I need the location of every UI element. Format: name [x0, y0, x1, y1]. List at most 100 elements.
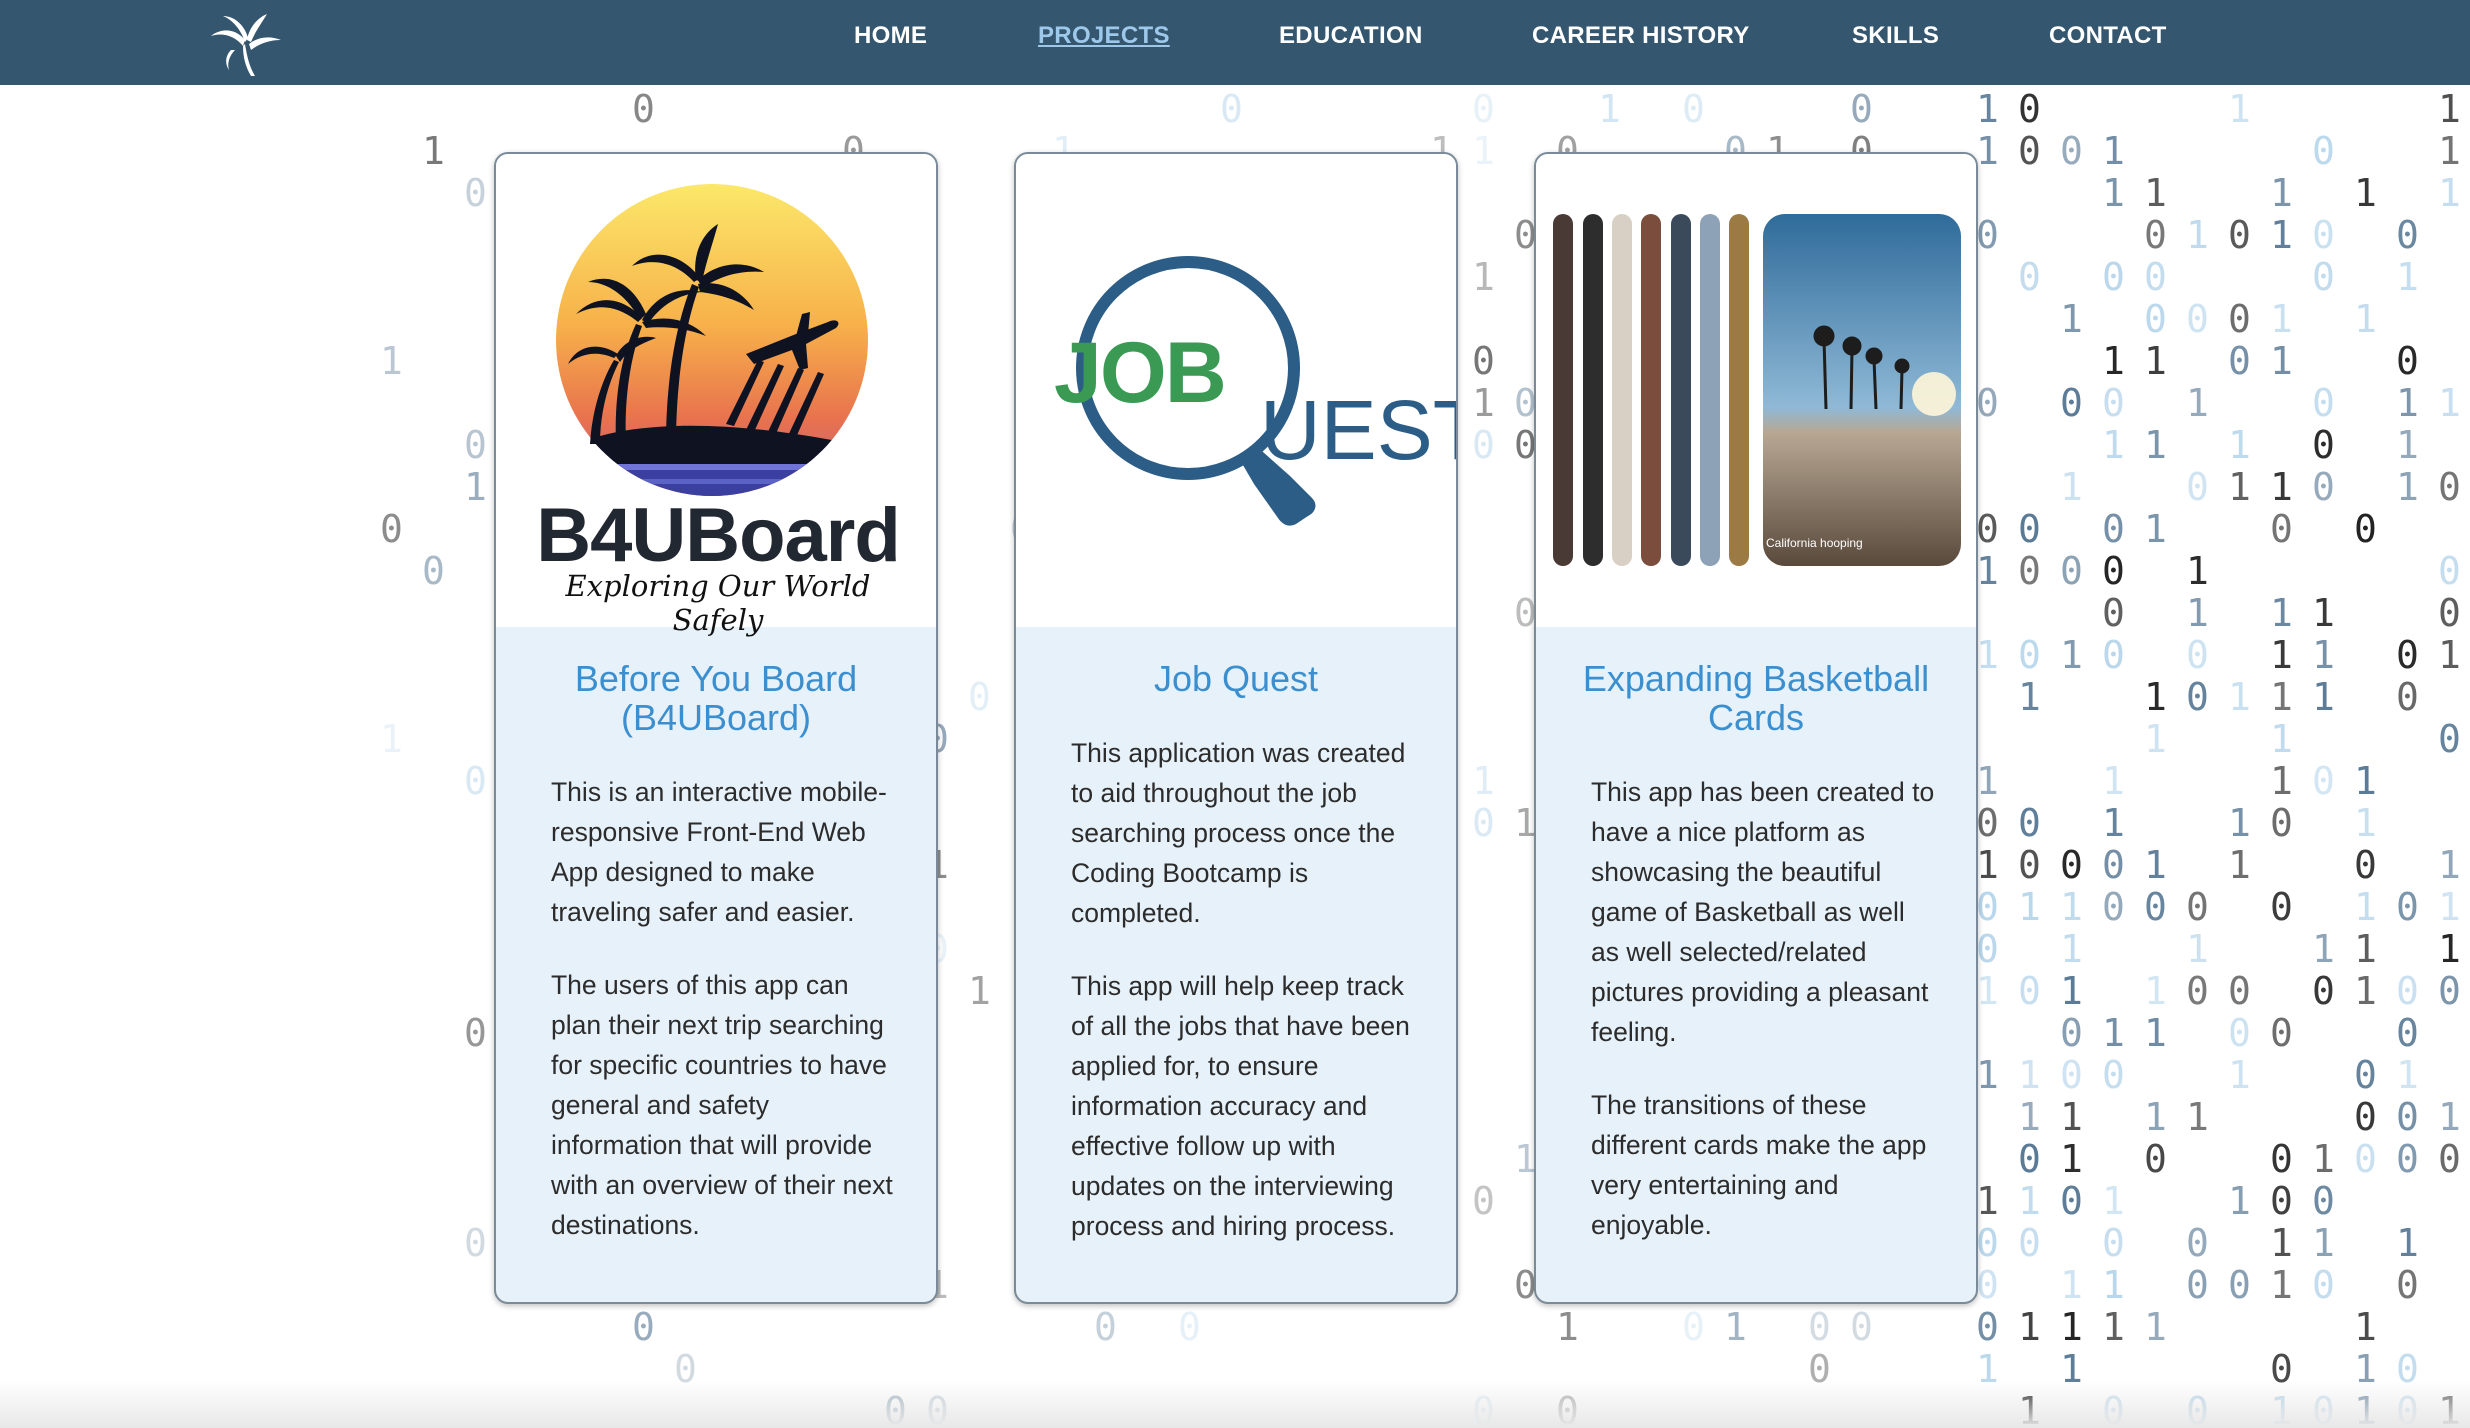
binary-digit: 0: [2312, 423, 2335, 467]
binary-digit: 1: [2060, 1305, 2083, 1349]
binary-digit: 0: [1976, 381, 1999, 425]
binary-digit: 0: [2396, 1263, 2419, 1307]
binary-digit: 0: [2354, 843, 2377, 887]
binary-digit: 1: [2060, 927, 2083, 971]
binary-digit: 1: [968, 969, 991, 1013]
project-card-b4uboard[interactable]: B4UBoard Exploring Our World Safely Befo…: [494, 152, 938, 1304]
binary-digit: 0: [2060, 843, 2083, 887]
binary-digit: 1: [1598, 87, 1621, 131]
binary-digit: 0: [2018, 1221, 2041, 1265]
binary-digit: 0: [464, 1011, 487, 1055]
binary-digit: 0: [2018, 843, 2041, 887]
binary-digit: 1: [2438, 633, 2461, 677]
binary-digit: 1: [1976, 843, 1999, 887]
binary-digit: 0: [2396, 1011, 2419, 1055]
binary-digit: 0: [2396, 1095, 2419, 1139]
binary-digit: 0: [2354, 1053, 2377, 1097]
b4uboard-tagline: Exploring Our World Safely: [565, 569, 871, 637]
binary-digit: 1: [2312, 591, 2335, 635]
binary-digit: 0: [1682, 87, 1705, 131]
binary-digit: 1: [2312, 675, 2335, 719]
binary-digit: 0: [2312, 969, 2335, 1013]
binary-digit: 0: [2396, 969, 2419, 1013]
binary-digit: 0: [2060, 1011, 2083, 1055]
binary-digit: 1: [2228, 843, 2251, 887]
binary-digit: 0: [2396, 633, 2419, 677]
nav-projects[interactable]: PROJECTS: [1038, 22, 1170, 50]
binary-digit: 0: [632, 87, 655, 131]
binary-digit: 0: [2312, 465, 2335, 509]
binary-digit: 1: [2438, 87, 2461, 131]
binary-digit: 1: [1472, 129, 1495, 173]
binary-digit: 1: [2144, 423, 2167, 467]
binary-digit: 0: [2438, 969, 2461, 1013]
binary-digit: 1: [2312, 927, 2335, 971]
binary-digit: 1: [2270, 759, 2293, 803]
binary-digit: 0: [2270, 1137, 2293, 1181]
binary-digit: 1: [2270, 633, 2293, 677]
binary-digit: 1: [2312, 633, 2335, 677]
card-description: This application was created to aid thro…: [1071, 733, 1416, 1279]
nav-skills[interactable]: SKILLS: [1852, 22, 1939, 50]
binary-digit: 1: [2396, 381, 2419, 425]
binary-digit: 0: [2018, 969, 2041, 1013]
binary-digit: 1: [2438, 885, 2461, 929]
binary-digit: 1: [1472, 381, 1495, 425]
binary-digit: 0: [1976, 927, 1999, 971]
card-paragraph: This app will help keep track of all the…: [1071, 971, 1410, 1241]
binary-digit: 0: [1976, 1263, 1999, 1307]
nav-career-history[interactable]: CAREER HISTORY: [1532, 22, 1750, 50]
binary-digit: 0: [1178, 1305, 1201, 1349]
main-nav: HOME PROJECTS EDUCATION CAREER HISTORY S…: [0, 0, 2470, 85]
binary-digit: 0: [464, 423, 487, 467]
binary-digit: 1: [422, 129, 445, 173]
binary-digit: 1: [2270, 339, 2293, 383]
nav-home[interactable]: HOME: [854, 22, 927, 50]
binary-digit: 1: [2270, 591, 2293, 635]
binary-digit: 1: [2018, 1053, 2041, 1097]
binary-digit: 0: [2186, 1263, 2209, 1307]
binary-digit: 0: [2018, 633, 2041, 677]
binary-digit: 1: [2438, 129, 2461, 173]
binary-digit: 1: [2186, 213, 2209, 257]
project-card-basketball[interactable]: California hooping Expanding Basketball …: [1534, 152, 1978, 1304]
binary-digit: 0: [2438, 465, 2461, 509]
binary-digit: 0: [2102, 843, 2125, 887]
binary-digit: 1: [2270, 465, 2293, 509]
binary-digit: 1: [2102, 759, 2125, 803]
binary-digit: 0: [1976, 885, 1999, 929]
binary-digit: 1: [1472, 759, 1495, 803]
binary-digit: 1: [2354, 927, 2377, 971]
binary-digit: 1: [2144, 171, 2167, 215]
binary-digit: 1: [2018, 675, 2041, 719]
binary-digit: 0: [2312, 1263, 2335, 1307]
binary-digit: 1: [1976, 969, 1999, 1013]
binary-digit: 1: [464, 465, 487, 509]
binary-digit: 0: [2060, 1053, 2083, 1097]
binary-digit: 1: [2270, 213, 2293, 257]
binary-digit: 0: [2144, 297, 2167, 341]
binary-digit: 0: [464, 171, 487, 215]
binary-digit: 0: [2102, 1221, 2125, 1265]
binary-digit: 0: [2018, 1137, 2041, 1181]
nav-education[interactable]: EDUCATION: [1279, 22, 1423, 50]
binary-digit: 0: [1220, 87, 1243, 131]
job-quest-logo: JOB UEST: [1016, 154, 1456, 627]
project-card-job-quest[interactable]: JOB UEST Job Quest This application was …: [1014, 152, 1458, 1304]
binary-digit: 1: [2186, 381, 2209, 425]
binary-digit: 1: [2228, 1053, 2251, 1097]
binary-digit: 1: [2228, 801, 2251, 845]
nav-contact[interactable]: CONTACT: [2049, 22, 2167, 50]
binary-digit: 0: [2018, 549, 2041, 593]
binary-digit: 1: [2354, 297, 2377, 341]
binary-digit: 0: [2354, 507, 2377, 551]
binary-digit: 0: [2396, 213, 2419, 257]
binary-digit: 0: [2312, 129, 2335, 173]
binary-digit: 1: [1976, 1179, 1999, 1223]
binary-digit: 0: [2396, 675, 2419, 719]
job-wordmark: JOB: [1054, 325, 1227, 421]
binary-digit: 1: [2102, 801, 2125, 845]
binary-digit: 1: [1976, 549, 1999, 593]
binary-digit: 0: [2186, 297, 2209, 341]
binary-digit: 0: [2102, 381, 2125, 425]
